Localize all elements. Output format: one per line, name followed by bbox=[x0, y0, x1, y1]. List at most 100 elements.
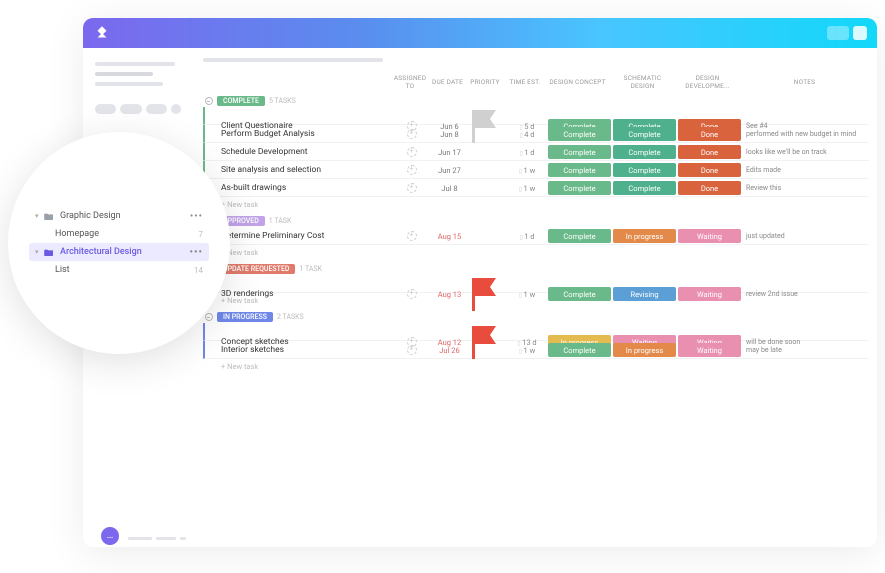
more-icon[interactable]: ••• bbox=[190, 247, 204, 258]
notes-cell[interactable]: looks like we'll be on track bbox=[742, 148, 869, 156]
due-date-cell[interactable]: Jun 8 bbox=[432, 130, 467, 139]
col-due-date[interactable]: DUE DATE bbox=[430, 76, 465, 90]
schematic-design-pill[interactable]: Complete bbox=[613, 127, 676, 141]
schematic-design-pill[interactable]: Complete bbox=[613, 163, 676, 177]
design-development-pill[interactable]: Done bbox=[678, 163, 741, 177]
task-name[interactable]: Site analysis and selection bbox=[217, 165, 392, 175]
caret-icon[interactable]: ▾ bbox=[35, 248, 41, 256]
priority-flag-icon[interactable] bbox=[469, 352, 505, 361]
chat-button[interactable]: … bbox=[101, 527, 119, 545]
priority-cell[interactable] bbox=[467, 107, 507, 145]
sidebar-item-architectural-design[interactable]: ▾ Architectural Design ••• bbox=[29, 243, 209, 261]
task-name[interactable]: Perform Budget Analysis bbox=[217, 129, 392, 139]
new-task-button[interactable]: + New task bbox=[203, 245, 869, 260]
sidebar-item-homepage[interactable]: Homepage 7 bbox=[29, 225, 209, 243]
table-row[interactable]: Schedule Development Jun 17 1 d Complete… bbox=[203, 143, 869, 161]
design-concept-pill[interactable]: Complete bbox=[548, 181, 611, 195]
assignee-cell[interactable] bbox=[392, 165, 432, 175]
new-task-button[interactable]: + New task bbox=[203, 197, 869, 212]
notes-cell[interactable]: may be late bbox=[742, 346, 869, 354]
notes-cell[interactable]: Edits made bbox=[742, 166, 869, 174]
assignee-cell[interactable] bbox=[392, 147, 432, 157]
table-row[interactable]: Client Questionaire Jun 6 5 d Complete C… bbox=[203, 107, 869, 125]
design-concept-pill[interactable]: Complete bbox=[548, 287, 611, 301]
design-concept-pill[interactable]: Complete bbox=[548, 163, 611, 177]
status-badge[interactable]: COMPLETE bbox=[217, 96, 265, 106]
sidebar-item-graphic-design[interactable]: ▾ Graphic Design ••• bbox=[29, 207, 209, 225]
design-development-pill[interactable]: Waiting bbox=[678, 343, 741, 357]
schematic-design-pill[interactable]: In progress bbox=[613, 229, 676, 243]
time-est-cell[interactable]: 1 d bbox=[507, 232, 547, 241]
col-assigned-to[interactable]: ASSIGNED TO bbox=[390, 72, 430, 94]
time-est-cell[interactable]: 1 w bbox=[507, 166, 547, 175]
group-header[interactable]: IN PROGRESS 2 TASKS bbox=[203, 312, 869, 322]
notes-cell[interactable]: performed with new budget in mind bbox=[742, 130, 869, 138]
priority-flag-icon[interactable] bbox=[469, 304, 505, 313]
notes-cell[interactable]: See #4 bbox=[742, 122, 869, 130]
due-date-cell[interactable]: Jul 8 bbox=[432, 184, 467, 193]
due-date-cell[interactable]: Jul 26 bbox=[432, 346, 467, 355]
design-concept-pill[interactable]: Complete bbox=[548, 145, 611, 159]
task-name[interactable]: Determine Preliminary Cost bbox=[217, 231, 392, 241]
window-control-1[interactable] bbox=[827, 26, 849, 40]
col-design-concept[interactable]: DESIGN CONCEPT bbox=[545, 76, 610, 90]
collapse-icon[interactable] bbox=[205, 313, 213, 321]
sidebar-item-list[interactable]: List 14 bbox=[29, 261, 209, 279]
design-development-pill[interactable]: Done bbox=[678, 127, 741, 141]
group-header[interactable]: UPDATE REQUESTED 1 TASK bbox=[203, 264, 869, 274]
notes-cell[interactable]: will be done soon bbox=[742, 338, 869, 346]
group-header[interactable]: COMPLETE 5 TASKS bbox=[203, 96, 869, 106]
task-name[interactable]: Interior sketches bbox=[217, 345, 392, 355]
schematic-design-pill[interactable]: Revising bbox=[613, 287, 676, 301]
table-row[interactable]: Determine Preliminary Cost Aug 15 1 d Co… bbox=[203, 227, 869, 245]
design-development-pill[interactable]: Done bbox=[678, 145, 741, 159]
group-header[interactable]: APPROVED 1 TASK bbox=[203, 216, 869, 226]
time-est-cell[interactable]: 1 d bbox=[507, 148, 547, 157]
design-concept-pill[interactable]: Complete bbox=[548, 229, 611, 243]
table-row[interactable]: Site analysis and selection Jun 27 1 w C… bbox=[203, 161, 869, 179]
priority-cell[interactable] bbox=[467, 275, 507, 313]
col-schematic-design[interactable]: SCHEMATIC DESIGN bbox=[610, 72, 675, 94]
time-est-cell[interactable]: 4 d bbox=[507, 130, 547, 139]
due-date-cell[interactable]: Aug 15 bbox=[432, 232, 467, 241]
notes-cell[interactable]: review 2nd issue bbox=[742, 290, 869, 298]
design-development-pill[interactable]: Done bbox=[678, 181, 741, 195]
assignee-cell[interactable] bbox=[392, 231, 432, 241]
table-row[interactable]: 3D renderings Aug 13 1 w Complete Revisi… bbox=[203, 275, 869, 293]
priority-flag-icon[interactable] bbox=[469, 136, 505, 145]
status-badge[interactable]: UPDATE REQUESTED bbox=[217, 264, 295, 274]
col-time-est[interactable]: TIME EST. bbox=[505, 76, 545, 90]
time-est-cell[interactable]: 1 w bbox=[507, 346, 547, 355]
collapse-icon[interactable] bbox=[205, 97, 213, 105]
schematic-design-pill[interactable]: In progress bbox=[613, 343, 676, 357]
design-concept-pill[interactable]: Complete bbox=[548, 127, 611, 141]
col-notes[interactable]: NOTES bbox=[740, 76, 869, 90]
due-date-cell[interactable]: Jun 17 bbox=[432, 148, 467, 157]
task-name[interactable]: Schedule Development bbox=[217, 147, 392, 157]
design-development-pill[interactable]: Waiting bbox=[678, 229, 741, 243]
col-design-development[interactable]: DESIGN DEVELOPME... bbox=[675, 72, 740, 94]
time-est-cell[interactable]: 1 w bbox=[507, 184, 547, 193]
status-badge[interactable]: IN PROGRESS bbox=[217, 312, 273, 322]
assign-icon[interactable] bbox=[407, 165, 417, 175]
assign-icon[interactable] bbox=[407, 345, 417, 355]
col-priority[interactable]: PRIORITY bbox=[465, 76, 505, 90]
caret-icon[interactable]: ▾ bbox=[35, 212, 41, 220]
design-development-pill[interactable]: Waiting bbox=[678, 287, 741, 301]
assign-icon[interactable] bbox=[407, 147, 417, 157]
priority-cell[interactable] bbox=[467, 323, 507, 361]
schematic-design-pill[interactable]: Complete bbox=[613, 181, 676, 195]
task-name[interactable]: As-built drawings bbox=[217, 183, 392, 193]
due-date-cell[interactable]: Jun 27 bbox=[432, 166, 467, 175]
notes-cell[interactable]: Review this bbox=[742, 184, 869, 192]
assign-icon[interactable] bbox=[407, 183, 417, 193]
assignee-cell[interactable] bbox=[392, 289, 432, 299]
assignee-cell[interactable] bbox=[392, 345, 432, 355]
notes-cell[interactable]: just updated bbox=[742, 232, 869, 240]
assignee-cell[interactable] bbox=[392, 129, 432, 139]
assign-icon[interactable] bbox=[407, 129, 417, 139]
schematic-design-pill[interactable]: Complete bbox=[613, 145, 676, 159]
more-icon[interactable]: ••• bbox=[190, 211, 203, 222]
design-concept-pill[interactable]: Complete bbox=[548, 343, 611, 357]
due-date-cell[interactable]: Aug 13 bbox=[432, 290, 467, 299]
